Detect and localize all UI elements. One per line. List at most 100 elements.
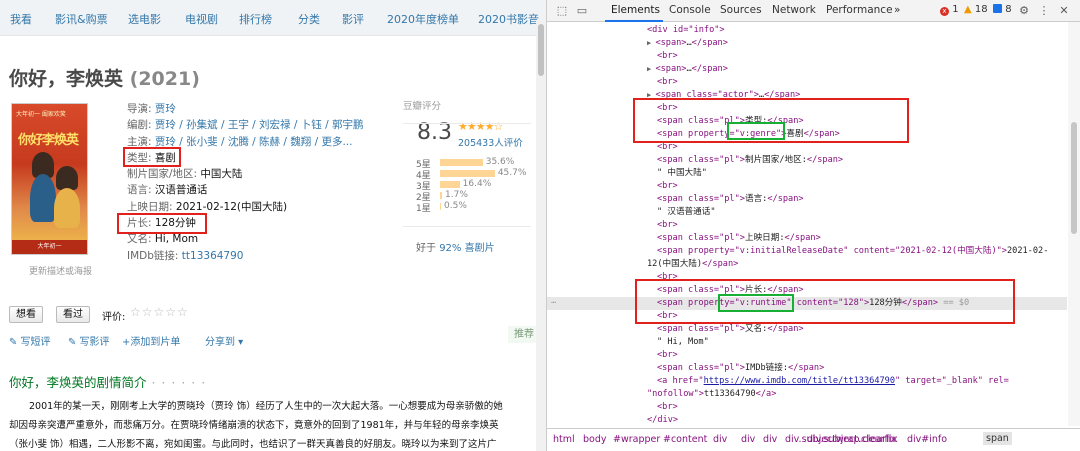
poster-title: 你好李焕英 <box>18 133 79 148</box>
breadcrumb-item[interactable]: div <box>741 434 755 445</box>
write-review-link[interactable]: ✎ 写影评 <box>68 333 110 348</box>
rating-label: 豆瓣评分 <box>403 101 442 112</box>
breadcrumb-item[interactable]: div <box>713 434 727 445</box>
top-nav: 我看 影讯&购票 选电影 电视剧 排行榜 分类 影评 2020年度榜单 2020书影音 <box>0 0 546 36</box>
want-to-watch-button[interactable]: 想看 <box>9 306 43 323</box>
breadcrumb-item[interactable]: #wrapper <box>613 434 660 445</box>
dom-tree-scrollbar[interactable] <box>1068 22 1080 426</box>
breadcrumb-item[interactable]: div#info <box>907 434 947 445</box>
node-actions-icon[interactable]: ⋯ <box>551 297 556 310</box>
error-count[interactable]: x 1 <box>940 4 959 16</box>
devtools-panel: ⬚ ▭ Elements Console Sources Network Per… <box>547 0 1080 451</box>
info-label: 上映日期: <box>127 200 173 213</box>
info-count[interactable]: 8 <box>993 4 1012 15</box>
share-dropdown[interactable]: 分享到 ▾ <box>205 333 243 348</box>
dom-tag: " target="_blank" rel= <box>895 376 1009 386</box>
dom-node-line[interactable]: <span class="pl">语言:</span> <box>547 193 1067 206</box>
info-row: 语言: 汉语普通话 <box>127 182 363 198</box>
tab-performance[interactable]: Performance <box>826 4 893 16</box>
dom-node-line[interactable]: " Hi, Mom" <box>547 336 1067 349</box>
poster-figure <box>54 188 80 228</box>
nav-item[interactable]: 选电影 <box>128 11 161 27</box>
inspect-element-icon[interactable]: ⬚ <box>555 4 569 17</box>
dom-node-line[interactable]: <div id="info"> <box>547 24 1067 37</box>
dom-node-line[interactable]: <a href="https://www.imdb.com/title/tt13… <box>547 375 1067 388</box>
dom-node-line[interactable]: <br> <box>547 219 1067 232</box>
info-value: 汉语普通话 <box>154 184 208 197</box>
devtools-toolbar: ⬚ ▭ Elements Console Sources Network Per… <box>547 0 1080 22</box>
nav-item[interactable]: 2020书影音 <box>478 11 539 27</box>
more-options-icon[interactable]: ⋮ <box>1037 4 1051 17</box>
dom-node-line[interactable]: <span class="pl">制片国家/地区:</span> <box>547 154 1067 167</box>
poster-update-link[interactable]: 更新描述或海报 <box>29 264 92 277</box>
dom-node-line[interactable]: <span property="v:initialReleaseDate" co… <box>547 245 1067 258</box>
info-value[interactable]: 贾玲 / 孙集斌 / 王宇 / 刘宏禄 / 卜钰 / 郭宇鹏 <box>155 119 364 131</box>
add-to-list-link[interactable]: +添加到片单 <box>122 333 180 348</box>
dom-close-tag: </span> <box>691 64 728 74</box>
breadcrumb-item[interactable]: span <box>983 432 1012 445</box>
more-tabs-button[interactable]: » <box>894 4 900 16</box>
breadcrumb-item[interactable]: div.subject.clearfix <box>807 434 896 445</box>
breadcrumb-item[interactable]: div <box>763 434 777 445</box>
dom-text: 上映日期: <box>744 233 785 243</box>
rate-stars-input[interactable]: ☆☆☆☆☆ <box>130 305 189 319</box>
dom-node-line[interactable]: <br> <box>547 76 1067 89</box>
nav-item[interactable]: 2020年度榜单 <box>387 11 459 27</box>
info-value[interactable]: 贾玲 / 张小斐 / 沈腾 / 陈赫 / 魏翔 / 更多... <box>155 136 353 148</box>
nav-item[interactable]: 影评 <box>342 11 364 27</box>
dom-node-line[interactable]: <span class="pl">IMDb链接:</span> <box>547 362 1067 375</box>
breadcrumb-item[interactable]: body <box>583 434 607 445</box>
tab-elements[interactable]: Elements <box>611 4 660 16</box>
info-value[interactable]: tt13364790 <box>182 250 244 262</box>
dom-node-line[interactable]: ▶ <span>…</span> <box>547 63 1067 76</box>
movie-poster[interactable]: 大年初一 阖家欢笑 你好李焕英 大年初一 <box>11 103 88 255</box>
dom-node-line[interactable]: " 汉语普通话" <box>547 206 1067 219</box>
nav-item[interactable]: 我看 <box>10 11 32 27</box>
page-scrollbar[interactable] <box>536 20 546 451</box>
nav-item[interactable]: 电视剧 <box>185 11 218 27</box>
write-short-review-link[interactable]: ✎ 写短评 <box>9 333 51 348</box>
dom-node-line[interactable]: " 中国大陆" <box>547 167 1067 180</box>
tab-network[interactable]: Network <box>772 4 816 16</box>
settings-gear-icon[interactable]: ⚙ <box>1017 4 1031 17</box>
movie-year: (2021) <box>129 68 200 90</box>
dom-node-line[interactable]: <span class="pl">又名:</span> <box>547 323 1067 336</box>
rating-bar-row: 2星 1.7% <box>416 190 536 203</box>
synopsis-text: 2001年的某一天，刚刚考上大学的贾晓玲（贾玲 饰）经历了人生中的一次大起大落。… <box>9 397 546 451</box>
info-row: 制片国家/地区: 中国大陆 <box>127 166 363 182</box>
nav-item[interactable]: 排行榜 <box>239 11 272 27</box>
close-icon[interactable]: ✕ <box>1057 4 1071 17</box>
dom-node-line[interactable]: "nofollow">tt13364790</a> <box>547 388 1067 401</box>
tab-console[interactable]: Console <box>669 4 711 16</box>
dom-node-line[interactable]: <br> <box>547 50 1067 63</box>
dom-text: 12(中国大陆) <box>647 259 703 269</box>
dom-node-line[interactable]: ▶ <span>…</span> <box>547 37 1067 50</box>
dom-node-line[interactable]: <br> <box>547 349 1067 362</box>
info-value[interactable]: 贾玲 <box>155 103 176 115</box>
breadcrumb-item[interactable]: html <box>553 434 575 445</box>
dom-close-tag: </span> <box>767 324 804 334</box>
watched-button[interactable]: 看过 <box>56 306 90 323</box>
dom-node-line[interactable]: <br> <box>547 401 1067 414</box>
better-than-link[interactable]: 92% 喜剧片 <box>439 243 494 254</box>
dom-tag: <span class="pl"> <box>657 324 745 334</box>
dom-tag: <br> <box>657 220 678 230</box>
dom-node-line[interactable]: <span class="pl">上映日期:</span> <box>547 232 1067 245</box>
rating-bar-percent: 35.6% <box>485 157 515 167</box>
warning-count[interactable]: ▲ 18 <box>964 4 988 15</box>
dom-tag: <div id="info"> <box>647 25 725 35</box>
dom-link[interactable]: https://www.imdb.com/title/tt13364790 <box>704 376 895 386</box>
device-toolbar-icon[interactable]: ▭ <box>575 4 589 17</box>
tab-sources[interactable]: Sources <box>720 4 762 16</box>
dom-node-line[interactable]: 12(中国大陆)</span> <box>547 258 1067 271</box>
dom-node-line[interactable]: </div> <box>547 414 1067 427</box>
dom-tag: <span class="pl"> <box>657 363 745 373</box>
info-label: 制片国家/地区: <box>127 168 198 181</box>
dom-node-line[interactable]: <br> <box>547 180 1067 193</box>
movie-info: 导演: 贾玲 编剧: 贾玲 / 孙集斌 / 王宇 / 刘宏禄 / 卜钰 / 郭宇鹏… <box>127 101 363 264</box>
nav-item[interactable]: 分类 <box>298 11 320 27</box>
nav-item[interactable]: 影讯&购票 <box>55 11 108 27</box>
dom-tag: <br> <box>657 51 678 61</box>
rating-votes-link[interactable]: 205433人评价 <box>458 135 523 149</box>
breadcrumb-item[interactable]: #content <box>663 434 707 445</box>
